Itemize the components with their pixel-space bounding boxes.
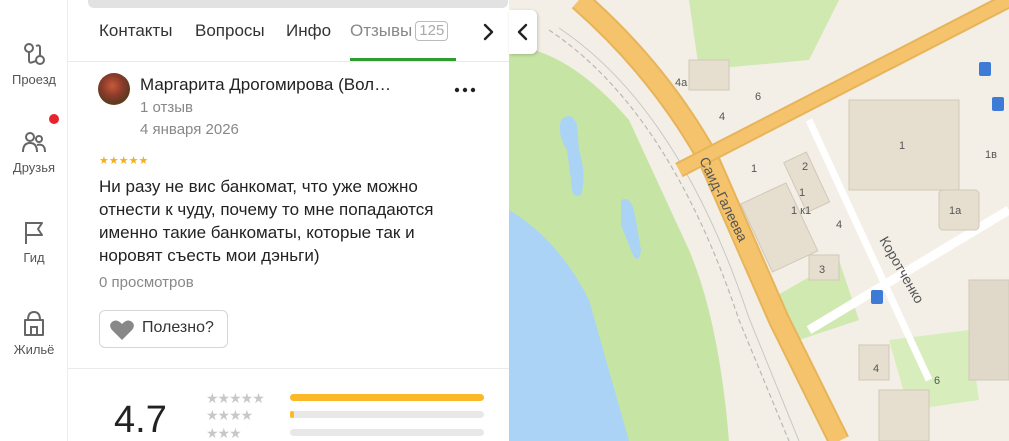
rating-row-4-stars: ★★★★ [206,407,253,423]
heart-icon [110,320,134,340]
review-stars: ★★★★★ [99,155,149,167]
rating-row-5-stars: ★★★★★ [206,390,265,406]
rail-item-guide[interactable]: Гид [0,218,68,265]
house-number: 6 [755,91,761,103]
review-views: 0 просмотров [99,274,194,291]
rail-item-friends[interactable]: Друзья [0,114,68,175]
review-text: Ни разу не вис банкомат, что уже можно о… [99,177,434,265]
rail-item-route[interactable]: Проезд [0,40,68,87]
notification-dot [49,114,59,124]
house-number: 1в [985,149,997,161]
chevron-right-icon[interactable] [476,20,500,44]
tab-reviews-label: Отзывы [350,21,413,40]
helpful-button[interactable]: Полезно? [99,310,228,348]
house-number: 1 к1 [791,205,811,217]
house-number: 3 [819,264,825,276]
map-view[interactable]: Саид-Галеева Коротченко 4а 6 4 1 2 1 1 к… [509,0,1009,441]
section-divider [68,368,509,369]
rating-bar-3 [290,429,484,436]
tab-bar: Контакты Вопросы Инфо Отзывы 125 [68,8,509,62]
house-number: 6 [934,375,940,387]
panel-header-edge [88,0,508,8]
avatar[interactable] [98,73,130,105]
rating-bar-fill-4 [290,411,294,418]
rating-bar-5 [290,394,484,401]
rail-item-housing[interactable]: Жильё [0,308,68,357]
chevron-left-icon [517,23,528,41]
route-icon [24,43,45,65]
review-author[interactable]: Маргарита Дрогомирова (Вол… [140,75,391,95]
rail-label-friends: Друзья [12,160,56,175]
friends-icon [22,132,46,153]
active-tab-indicator [350,58,456,61]
rating-row-3-stars: ★★★ [206,425,242,441]
tab-contacts[interactable]: Контакты [99,21,172,41]
rail-label-housing: Жильё [13,342,55,357]
helpful-label: Полезно? [142,319,214,336]
house-number: 4 [873,363,879,375]
rating-value: 4.7 [114,399,167,441]
map-canvas[interactable]: Саид-Галеева Коротченко 4а 6 4 1 2 1 1 к… [509,0,1009,441]
tab-questions[interactable]: Вопросы [195,21,265,41]
house-number: 1 [899,140,905,152]
house-number: 4а [675,77,688,89]
housing-icon [24,310,44,336]
house-number: 4 [719,111,725,123]
rating-bar-4 [290,411,484,418]
rating-bar-fill-5 [290,394,484,401]
reviews-count-badge: 125 [415,21,449,41]
author-reviews-count: 1 отзыв [140,99,194,116]
house-number: 4 [836,219,842,231]
house-number: 1 [751,163,757,175]
collapse-panel-button[interactable] [509,10,537,54]
flag-icon [25,222,43,244]
organization-panel: Контакты Вопросы Инфо Отзывы 125 Маргарит… [68,0,509,441]
review-date: 4 января 2026 [140,121,239,138]
tab-reviews[interactable]: Отзывы 125 [350,21,449,41]
rail-label-route: Проезд [11,72,56,87]
tab-info[interactable]: Инфо [286,21,331,41]
house-number: 2 [802,161,808,173]
more-options-icon[interactable] [452,80,478,100]
house-number: 1 [799,187,805,199]
house-number: 1а [949,205,962,217]
rail-label-guide: Гид [23,250,45,265]
side-rail: Проезд Друзья Гид Жильё [0,0,68,441]
